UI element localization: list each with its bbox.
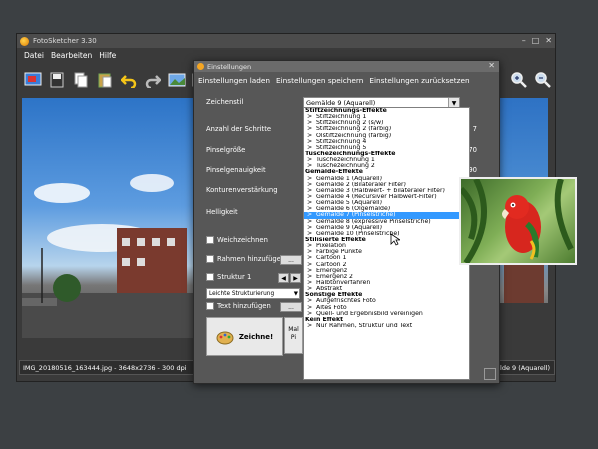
paste-icon[interactable] xyxy=(95,70,115,90)
main-titlebar: FotoSketcher 3.30 – □ ✕ xyxy=(17,34,555,48)
menu-load-settings[interactable]: Einstellungen laden xyxy=(198,76,270,85)
zoom-out-icon[interactable] xyxy=(533,70,553,90)
dropdown-item-label: Quell- und Ergebnisbild vereinigen xyxy=(316,310,423,317)
dropdown-item-label: Cartoon 1 xyxy=(316,255,347,262)
undo-icon[interactable] xyxy=(119,70,139,90)
dropdown-item-label: Farbige Punkte xyxy=(316,249,362,256)
text-options-button[interactable]: ... xyxy=(280,302,302,312)
dropdown-item-label: Stiftzeichnung 2 (s/w) xyxy=(316,120,384,127)
draw-button-label: Zeichne! xyxy=(238,332,274,341)
dropdown-item-label: Gemälde 3 (Halbwert- + bilateraler Filte… xyxy=(316,187,445,194)
open-image-icon[interactable] xyxy=(23,70,43,90)
draw-button[interactable]: Zeichne! xyxy=(206,317,283,356)
menu-save-settings[interactable]: Einstellungen speichern xyxy=(276,76,363,85)
dropdown-item-label: Gemälde 1 (Aquarell) xyxy=(316,175,382,182)
zoom-in-icon[interactable] xyxy=(509,70,529,90)
menu-reset-settings[interactable]: Einstellungen zurücksetzen xyxy=(369,76,469,85)
frame-label: Rahmen hinzufügen xyxy=(217,255,286,263)
file-info: IMG_20180516_163444.jpg - 3648x2736 - 30… xyxy=(23,363,187,372)
dropdown-item-label: Gemälde 9 (Aquarell) xyxy=(316,224,382,231)
structure-checkbox-row[interactable]: Struktur 1 xyxy=(206,273,251,281)
structure-select[interactable]: Leichte Strukturierung ▼ xyxy=(206,288,300,299)
menu-datei[interactable]: Datei xyxy=(24,51,44,63)
frame-options-button[interactable]: ... xyxy=(280,255,302,265)
chevron-down-icon[interactable]: ▼ xyxy=(294,291,298,297)
dropdown-item-label: Stiftzeichnung 1 xyxy=(316,114,367,121)
dropdown-item-label: Gemälde 4 (Recursiver Halbwert-Filter) xyxy=(316,193,437,200)
dropdown-item-label: Emergenz 2 xyxy=(316,273,353,280)
dropdown-item-label: Gemälde 10 (Pinselstriche) xyxy=(316,230,400,237)
settings-dialog: Einstellungen ✕ Einstellungen laden Eins… xyxy=(193,60,500,384)
dropdown-item-label: Ölstiftzeichnung (farbig) xyxy=(316,132,392,139)
image-icon[interactable] xyxy=(167,70,187,90)
dialog-menubar: Einstellungen laden Einstellungen speich… xyxy=(198,76,470,85)
dropdown-item-label: Pixelation xyxy=(316,243,346,250)
steps-label: Anzahl der Schritte xyxy=(206,125,272,133)
dropdown-item-label: Emergenz xyxy=(316,267,348,274)
dropdown-item-label: Cartoon 2 xyxy=(316,261,347,268)
style-select-value: Gemälde 9 (Aquarell) xyxy=(306,99,376,107)
window-title: FotoSketcher 3.30 xyxy=(33,37,97,45)
dropdown-item-label: Altes Foto xyxy=(316,304,347,311)
style-label: Zeichenstil xyxy=(206,98,244,106)
dialog-titlebar: Einstellungen ✕ xyxy=(194,61,499,72)
resize-grip-icon[interactable] xyxy=(484,368,496,380)
redo-icon[interactable] xyxy=(143,70,163,90)
frame-checkbox[interactable] xyxy=(206,255,214,263)
dropdown-item-label: Nur Rahmen, Struktur und Text xyxy=(316,322,413,329)
menu-bearbeiten[interactable]: Bearbeiten xyxy=(51,51,92,63)
dropdown-item-label: Tuschezeichnung 2 xyxy=(316,163,375,170)
text-checkbox[interactable] xyxy=(206,302,214,310)
dropdown-item-label: Stiftzeichnung 5 xyxy=(316,144,367,151)
structure-label: Struktur 1 xyxy=(217,273,252,281)
copy-icon[interactable] xyxy=(71,70,91,90)
dropdown-item[interactable]: > Nur Rahmen, Struktur und Text xyxy=(304,323,469,329)
dropdown-item-label: Abstrakt xyxy=(316,286,343,293)
save-icon[interactable] xyxy=(47,70,67,90)
dropdown-item-label: Gemälde 8 (expressive Pinselstriche) xyxy=(316,218,431,225)
dropdown-item-label: Gemälde 6 (Ölgemälde) xyxy=(316,206,391,213)
brightness-label: Helligkeit xyxy=(206,208,238,216)
maximize-button[interactable]: □ xyxy=(532,36,540,45)
structure-checkbox[interactable] xyxy=(206,273,214,281)
blur-label: Weichzeichnen xyxy=(217,236,268,244)
dialog-app-icon xyxy=(197,63,204,70)
dropdown-item-label: Aufgefrischtes Foto xyxy=(316,298,376,305)
dropdown-item-label: Stiftzeichnung 4 xyxy=(316,138,367,145)
text-checkbox-row[interactable]: Text hinzufügen xyxy=(206,302,271,310)
app-logo-icon xyxy=(20,36,29,46)
preview-thumbnail xyxy=(459,177,577,265)
text-label: Text hinzufügen xyxy=(217,302,271,310)
dialog-title: Einstellungen xyxy=(207,62,252,71)
dropdown-item-label: Halbtonverfahren xyxy=(316,279,371,286)
blur-checkbox-row[interactable]: Weichzeichnen xyxy=(206,236,268,244)
dropdown-item-label: Gemälde 7 (Pinselstriche) xyxy=(316,212,396,219)
source-image-canvas[interactable] xyxy=(22,98,200,338)
frame-checkbox-row[interactable]: Rahmen hinzufügen xyxy=(206,255,285,263)
palette-icon xyxy=(216,331,234,344)
close-button[interactable]: ✕ xyxy=(545,36,552,45)
minimize-button[interactable]: – xyxy=(522,36,526,45)
brush-size-label: Pinselgröße xyxy=(206,146,246,154)
dropdown-item-label: Stiftzeichnung 2 (farbig) xyxy=(316,126,392,133)
blur-checkbox[interactable] xyxy=(206,236,214,244)
paint-button[interactable]: Mal Pi xyxy=(284,317,303,354)
structure-select-value: Leichte Strukturierung xyxy=(209,290,275,297)
structure-next-button[interactable]: ▶ xyxy=(290,273,301,283)
dropdown-item-label: Gemälde 5 (Aquarell) xyxy=(316,200,382,207)
menu-hilfe[interactable]: Hilfe xyxy=(99,51,116,63)
dropdown-item-label: Tuschezeichnung 1 xyxy=(316,157,375,164)
contour-label: Konturenverstärkung xyxy=(206,186,278,194)
brush-accuracy-label: Pinselgenauigkeit xyxy=(206,166,266,174)
structure-prev-button[interactable]: ◀ xyxy=(278,273,289,283)
dialog-close-button[interactable]: ✕ xyxy=(488,61,495,70)
chevron-right-icon: > xyxy=(307,322,313,329)
mouse-cursor-icon xyxy=(390,233,402,248)
dropdown-item-label: Gemälde 2 (Bilateraler Filter) xyxy=(316,181,406,188)
style-dropdown-list[interactable]: Stiftzeichnungs-Effekte > Stiftzeichnung 1… xyxy=(303,107,470,380)
main-menubar: Datei Bearbeiten Hilfe xyxy=(17,51,116,63)
